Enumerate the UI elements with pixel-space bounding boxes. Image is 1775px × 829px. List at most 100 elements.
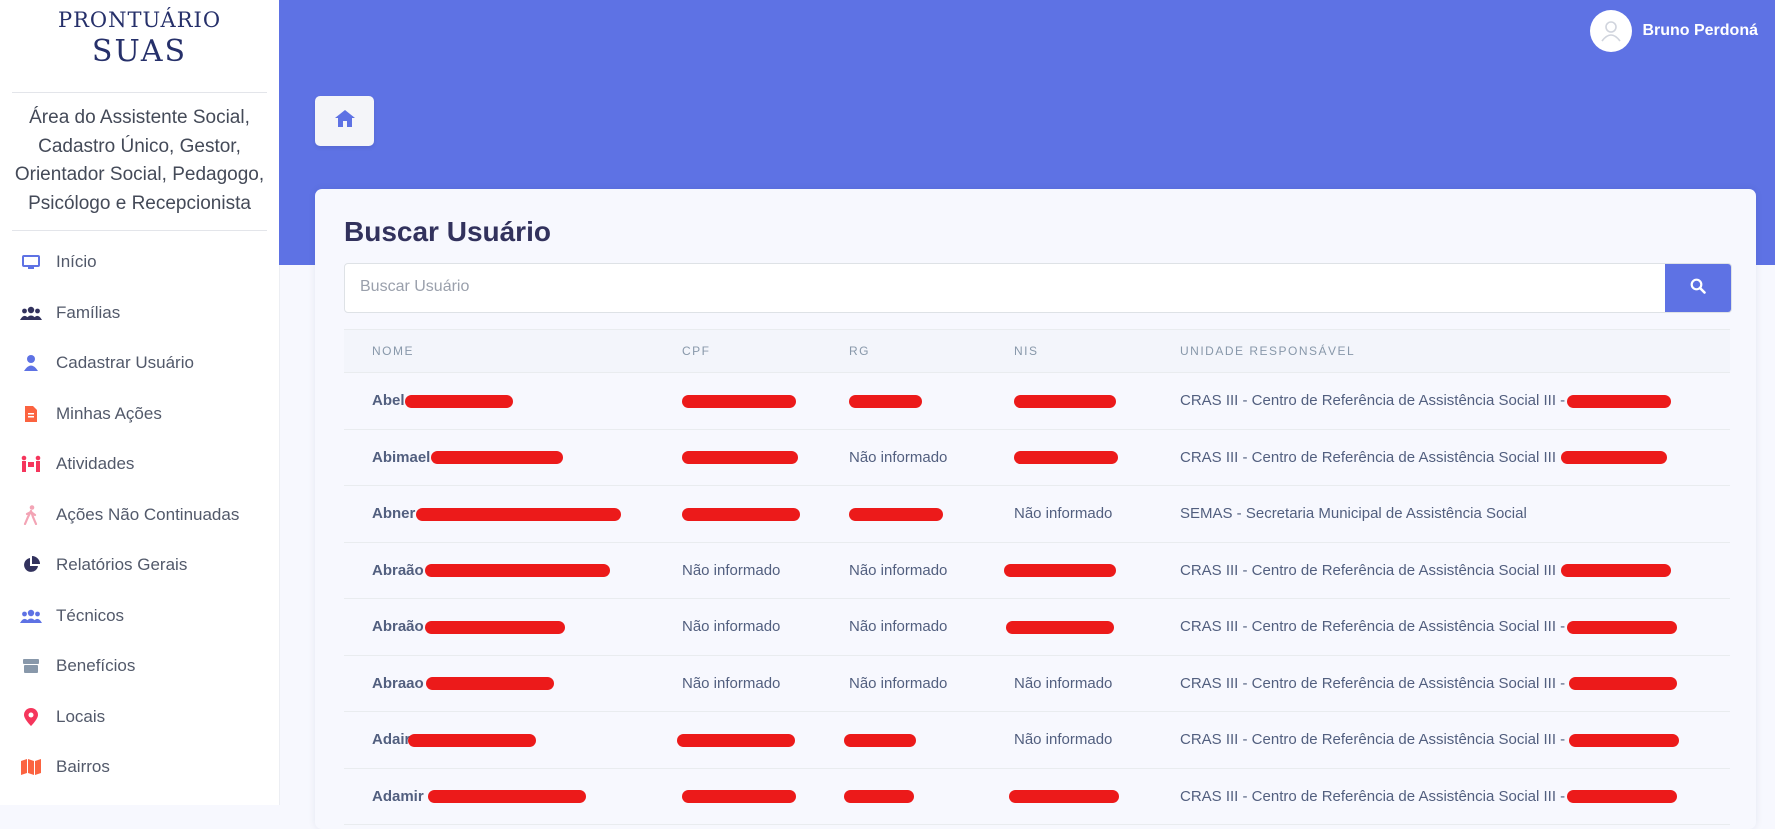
sidebar-item-minhas-acoes[interactable]: Minhas Ações — [0, 389, 279, 440]
sidebar-item-cadastrar-usuario[interactable]: Cadastrar Usuário — [0, 338, 279, 389]
column-header-nome[interactable]: NOME — [344, 329, 654, 373]
redaction-mark — [677, 733, 795, 747]
map-icon — [20, 757, 42, 777]
redaction-mark — [431, 451, 564, 465]
unit-cell: CRAS III - Centro de Referência de Assis… — [1152, 429, 1730, 486]
table-row[interactable]: Adamir CRAS III - Centro de Referência d… — [344, 768, 1730, 825]
table-row[interactable]: Abraão Não informado Não informado CRAS … — [344, 598, 1730, 656]
unit-text: CRAS III - Centro de Referência de Assis… — [1180, 674, 1566, 692]
unit-text: CRAS III - Centro de Referência de Assis… — [1180, 392, 1566, 410]
nis-cell: Não informado — [986, 485, 1152, 543]
sidebar-item-inicio[interactable]: Início — [0, 237, 279, 288]
user-name-cell[interactable]: Abraao — [344, 655, 654, 712]
nis-cell: Não informado — [986, 655, 1152, 712]
unit-cell: CRAS III - Centro de Referência de Assis… — [1152, 542, 1730, 599]
user-name-cell[interactable]: Abraão — [344, 542, 654, 599]
user-name-link[interactable]: Abner — [372, 505, 415, 522]
redaction-mark — [424, 620, 565, 634]
table-row[interactable]: Abner Não informado SEMAS - Secretaria M… — [344, 485, 1730, 543]
user-name-cell[interactable]: Abner — [344, 485, 654, 543]
user-menu[interactable]: Bruno Perdoná — [1590, 10, 1758, 52]
redaction-mark — [849, 394, 922, 408]
users-icon — [20, 303, 42, 323]
column-header-unidade[interactable]: UNIDADE RESPONSÁVEL — [1152, 329, 1730, 373]
table-row[interactable]: Abimael Não informado CRAS III - Centro … — [344, 429, 1730, 486]
sidebar-item-label: Início — [56, 252, 97, 272]
sidebar-item-label: Locais — [56, 706, 106, 726]
user-name-link[interactable]: Abel — [372, 392, 405, 409]
sidebar-item-atividades[interactable]: Atividades — [0, 439, 279, 490]
rg-cell: Não informado — [821, 598, 986, 656]
home-button[interactable] — [315, 96, 374, 146]
cpf-cell — [654, 768, 821, 825]
redaction-mark — [1567, 620, 1678, 634]
table-row[interactable]: Abraão Não informado Não informado CRAS … — [344, 542, 1730, 599]
search-button[interactable] — [1665, 264, 1731, 312]
user-name-cell[interactable]: Abel — [344, 372, 654, 430]
redaction-mark — [404, 394, 513, 408]
sidebar-item-familias[interactable]: Famílias — [0, 288, 279, 339]
unit-cell: CRAS III - Centro de Referência de Assis… — [1152, 372, 1730, 430]
rg-cell: Não informado — [821, 655, 986, 712]
brand-logo[interactable]: PRONTUÁRIO SUAS — [0, 0, 279, 70]
user-name-link[interactable]: Abimael — [372, 449, 430, 466]
unit-cell: SEMAS - Secretaria Municipal de Assistên… — [1152, 485, 1730, 543]
column-header-cpf[interactable]: CPF — [654, 329, 821, 373]
sidebar-item-label: Famílias — [56, 302, 121, 322]
sidebar-item-locais[interactable]: Locais — [0, 692, 279, 743]
user-name-link[interactable]: Abraão — [372, 562, 424, 579]
user-name-cell[interactable]: Abimael — [344, 429, 654, 486]
sidebar-item-label: Relatórios Gerais — [56, 555, 188, 575]
walking-icon — [20, 504, 42, 525]
users-table: NOME CPF RG NIS UNIDADE RESPONSÁVEL Abel… — [344, 329, 1730, 825]
redaction-mark — [1014, 394, 1116, 408]
user-name-cell[interactable]: Abraão — [344, 598, 654, 656]
monitor-icon — [20, 252, 42, 272]
redaction-mark — [1014, 451, 1118, 465]
cpf-cell — [654, 485, 821, 543]
redaction-mark — [425, 677, 554, 691]
redaction-mark — [408, 733, 537, 747]
user-icon — [20, 353, 42, 373]
user-name-link[interactable]: Abraão — [372, 618, 424, 635]
pie-chart-icon — [20, 555, 42, 575]
table-row[interactable]: Abraao Não informado Não informado Não i… — [344, 655, 1730, 712]
column-header-nis[interactable]: NIS — [986, 329, 1152, 373]
user-name-cell[interactable]: Adair — [344, 711, 654, 769]
table-row[interactable]: Adair Não informado CRAS III - Centro de… — [344, 711, 1730, 769]
user-name-cell[interactable]: Adamir — [344, 768, 654, 825]
sidebar-item-relatorios-gerais[interactable]: Relatórios Gerais — [0, 540, 279, 591]
nis-cell — [986, 372, 1152, 430]
unit-text: CRAS III - Centro de Referência de Assis… — [1180, 787, 1566, 805]
sidebar-item-label: Técnicos — [56, 605, 125, 625]
people-carry-icon — [20, 454, 42, 474]
table-row[interactable]: Abel CRAS III - Centro de Referência de … — [344, 372, 1730, 430]
column-header-rg[interactable]: RG — [821, 329, 986, 373]
table-header-row: NOME CPF RG NIS UNIDADE RESPONSÁVEL — [344, 329, 1730, 373]
file-icon — [20, 404, 42, 424]
search-bar — [344, 263, 1732, 313]
unit-text: CRAS III - Centro de Referência de Assis… — [1180, 448, 1557, 466]
sidebar-item-beneficios[interactable]: Benefícios — [0, 641, 279, 692]
search-input[interactable] — [345, 264, 1675, 310]
redaction-mark — [1561, 451, 1668, 465]
sidebar-item-acoes-nao-continuadas[interactable]: Ações Não Continuadas — [0, 490, 279, 541]
unit-cell: CRAS III - Centro de Referência de Assis… — [1152, 711, 1730, 769]
nis-cell — [986, 768, 1152, 825]
unit-text: CRAS III - Centro de Referência de Assis… — [1180, 561, 1557, 579]
page-title: Buscar Usuário — [344, 216, 551, 247]
user-name-link[interactable]: Abraao — [372, 675, 424, 692]
sidebar-item-label: Benefícios — [56, 656, 136, 676]
user-circle-icon — [1590, 10, 1633, 52]
user-name-link[interactable]: Adair — [372, 731, 410, 748]
cpf-cell: Não informado — [654, 655, 821, 712]
unit-cell: CRAS III - Centro de Referência de Assis… — [1152, 655, 1730, 712]
cpf-cell: Não informado — [654, 598, 821, 656]
cpf-cell — [654, 711, 821, 769]
cpf-cell — [654, 372, 821, 430]
rg-cell — [821, 485, 986, 543]
sidebar-item-bairros[interactable]: Bairros — [0, 742, 279, 793]
redaction-mark — [427, 790, 586, 804]
sidebar-item-tecnicos[interactable]: Técnicos — [0, 591, 279, 642]
user-name-link[interactable]: Adamir — [372, 788, 424, 805]
